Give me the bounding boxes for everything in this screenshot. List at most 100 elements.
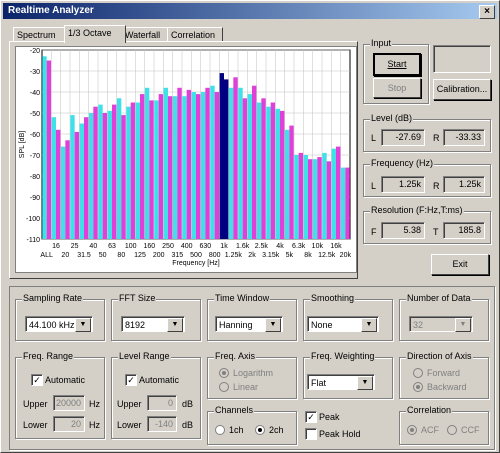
res-f-label: F xyxy=(371,227,377,237)
peak-checkbox[interactable]: ✓ xyxy=(305,411,317,423)
bar-r xyxy=(345,167,350,239)
y-tick-label: -40 xyxy=(30,90,40,97)
x-tick-label: 250 xyxy=(162,243,174,250)
chevron-down-icon[interactable]: ▼ xyxy=(455,318,471,332)
start-button[interactable]: Start xyxy=(373,53,421,76)
number-of-data-label: Number of Data xyxy=(406,293,472,303)
direction-backward-label: Backward xyxy=(427,382,467,392)
y-tick-label: -90 xyxy=(30,195,40,202)
fft-size-select[interactable]: 8192 ▼ xyxy=(121,316,185,332)
chevron-down-icon[interactable]: ▼ xyxy=(167,318,183,332)
freq-range-auto-checkbox[interactable]: ✓ xyxy=(31,374,43,386)
x-tick-label: 12.5k xyxy=(318,252,336,259)
bar-r xyxy=(214,92,220,239)
bar-l xyxy=(70,115,75,239)
bar-l xyxy=(247,94,252,239)
correlation-ccf-label: CCF xyxy=(461,425,480,435)
x-tick-label: ALL xyxy=(40,252,53,259)
x-tick-label: 630 xyxy=(199,243,211,250)
bar-l xyxy=(200,92,206,239)
tab-third-octave[interactable]: 1/3 Octave xyxy=(64,25,126,43)
chevron-down-icon[interactable]: ▼ xyxy=(361,318,377,332)
bar-r xyxy=(46,60,52,239)
bar-l xyxy=(88,113,94,239)
level-lower-label: Lower xyxy=(117,420,142,430)
level-lower-field[interactable]: -140 xyxy=(147,416,177,432)
bar-r xyxy=(233,77,238,239)
x-axis-title: Frequency [Hz] xyxy=(172,260,220,267)
bar-r xyxy=(177,87,182,239)
exit-button[interactable]: Exit xyxy=(431,254,489,275)
y-tick-label: -100 xyxy=(26,216,40,223)
x-tick-label: 315 xyxy=(171,252,183,259)
freq-weighting-select[interactable]: Flat ▼ xyxy=(307,374,375,390)
bar-r xyxy=(74,131,80,239)
stop-button[interactable]: Stop xyxy=(373,78,421,98)
channels-label: Channels xyxy=(214,405,255,415)
level-r-label: R xyxy=(433,133,440,143)
freq-lower-field[interactable]: 20 xyxy=(53,416,85,432)
correlation-acf-radio[interactable] xyxy=(407,425,417,435)
bar-r xyxy=(224,79,229,240)
bar-r xyxy=(252,85,257,239)
time-window-select[interactable]: Hanning ▼ xyxy=(215,316,283,332)
bar-l xyxy=(322,152,327,239)
chevron-down-icon[interactable]: ▼ xyxy=(265,318,281,332)
direction-forward-radio[interactable] xyxy=(413,368,423,378)
bar-l xyxy=(144,87,150,239)
resolution-group-label: Resolution (F:Hz,T:ms) xyxy=(370,205,464,215)
freq-weighting-value: Flat xyxy=(311,378,327,388)
number-of-data-value: 32 xyxy=(413,320,424,330)
calibration-button[interactable]: Calibration... xyxy=(433,79,491,100)
number-of-data-select[interactable]: 32 ▼ xyxy=(409,316,473,332)
x-tick-label: 31.5 xyxy=(77,252,91,259)
tab-waterfall[interactable]: Waterfall xyxy=(121,27,173,42)
tab-correlation[interactable]: Correlation xyxy=(167,27,223,42)
sampling-rate-label: Sampling Rate xyxy=(22,293,84,303)
channels-2ch-radio[interactable] xyxy=(255,425,265,435)
bar-r xyxy=(84,117,89,239)
direction-group: Direction of Axis xyxy=(399,351,489,399)
title-bar[interactable]: Realtime Analyzer × xyxy=(3,3,497,19)
x-tick-label: 80 xyxy=(117,252,125,259)
fft-size-label: FFT Size xyxy=(118,293,157,303)
bar-l xyxy=(191,92,196,239)
level-r-value: -33.33 xyxy=(443,129,485,146)
tab-spectrum[interactable]: Spectrum xyxy=(13,27,69,42)
level-range-auto-checkbox[interactable]: ✓ xyxy=(125,374,137,386)
freq-axis-group: Freq. Axis xyxy=(207,351,297,399)
x-tick-label: 40 xyxy=(89,243,97,250)
bar-r xyxy=(158,94,164,239)
bar-r xyxy=(130,102,136,239)
x-tick-label: 16 xyxy=(52,243,60,250)
smoothing-select[interactable]: None ▼ xyxy=(307,316,379,332)
chevron-down-icon[interactable]: ▼ xyxy=(357,376,373,390)
y-tick-label: -50 xyxy=(30,111,40,118)
close-button[interactable]: × xyxy=(479,5,495,19)
correlation-ccf-radio[interactable] xyxy=(447,425,457,435)
freq-axis-linear-radio[interactable] xyxy=(219,382,229,392)
chevron-down-icon[interactable]: ▼ xyxy=(75,318,91,332)
sampling-rate-select[interactable]: 44.100 kHz ▼ xyxy=(25,316,93,332)
time-window-label: Time Window xyxy=(214,293,271,303)
level-upper-label: Upper xyxy=(117,399,142,409)
bar-l xyxy=(60,146,66,239)
bar-r xyxy=(121,115,126,239)
direction-backward-radio[interactable] xyxy=(413,382,423,392)
peak-hold-checkbox[interactable] xyxy=(305,428,317,440)
res-t-value: 185.8 xyxy=(443,222,485,239)
level-l-value: -27.69 xyxy=(381,129,425,146)
channels-2ch-label: 2ch xyxy=(269,425,284,435)
y-tick-label: -80 xyxy=(30,174,40,181)
x-tick-label: 100 xyxy=(125,243,137,250)
freq-axis-log-radio[interactable] xyxy=(219,368,229,378)
freq-lower-label: Lower xyxy=(23,420,48,430)
time-window-value: Hanning xyxy=(219,320,253,330)
bar-l xyxy=(135,102,140,239)
level-lower-unit: dB xyxy=(182,420,194,430)
x-tick-label: 500 xyxy=(190,252,202,259)
channels-1ch-radio[interactable] xyxy=(215,425,225,435)
bar-l xyxy=(163,87,168,239)
freq-upper-field[interactable]: 20000 xyxy=(53,395,85,411)
level-upper-field[interactable]: 0 xyxy=(147,395,177,411)
